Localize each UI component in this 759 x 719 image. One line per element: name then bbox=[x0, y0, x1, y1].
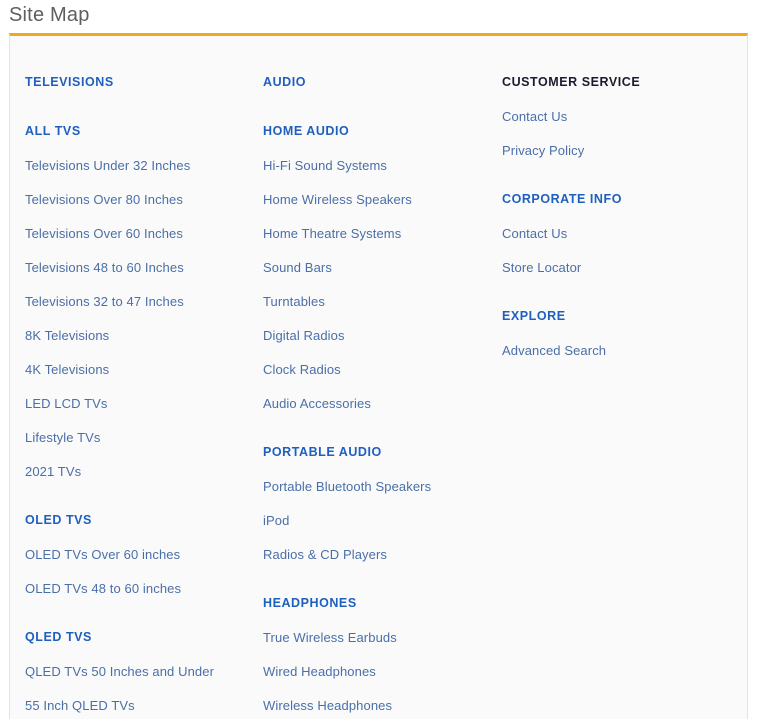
sitemap-link[interactable]: Radios & CD Players bbox=[263, 546, 387, 563]
sitemap-link[interactable]: Advanced Search bbox=[502, 342, 606, 359]
group-title: QLED TVS bbox=[25, 630, 92, 644]
sitemap-link[interactable]: Televisions 48 to 60 Inches bbox=[25, 259, 184, 276]
sitemap-link[interactable]: Store Locator bbox=[502, 259, 581, 276]
sitemap-link[interactable]: Wireless Headphones bbox=[263, 697, 392, 714]
sitemap-link[interactable]: Privacy Policy bbox=[502, 142, 584, 159]
group-title: ALL TVS bbox=[25, 124, 81, 138]
sitemap-link[interactable]: QLED TVs 50 Inches and Under bbox=[25, 663, 214, 680]
sitemap-link[interactable]: Home Theatre Systems bbox=[263, 225, 401, 242]
sitemap-link[interactable]: Home Wireless Speakers bbox=[263, 191, 412, 208]
section-title-televisions: TELEVISIONS bbox=[25, 75, 114, 89]
sitemap-link[interactable]: LED LCD TVs bbox=[25, 395, 108, 412]
sitemap-link[interactable]: Televisions Over 60 Inches bbox=[25, 225, 183, 242]
group-title: HEADPHONES bbox=[263, 596, 357, 610]
group-title: CORPORATE INFO bbox=[502, 192, 622, 206]
sitemap-link[interactable]: 4K Televisions bbox=[25, 361, 109, 378]
sitemap-link[interactable]: Audio Accessories bbox=[263, 395, 371, 412]
sitemap-link[interactable]: Turntables bbox=[263, 293, 325, 310]
sitemap-link[interactable]: Portable Bluetooth Speakers bbox=[263, 478, 431, 495]
sitemap-link[interactable]: Lifestyle TVs bbox=[25, 429, 100, 446]
sitemap-link[interactable]: Televisions 32 to 47 Inches bbox=[25, 293, 184, 310]
sitemap-link[interactable]: Wired Headphones bbox=[263, 663, 376, 680]
sitemap-link[interactable]: iPod bbox=[263, 512, 289, 529]
group-title: PORTABLE AUDIO bbox=[263, 445, 382, 459]
sitemap-link[interactable]: Televisions Under 32 Inches bbox=[25, 157, 190, 174]
group-title: OLED TVS bbox=[25, 513, 92, 527]
sitemap-link[interactable]: 55 Inch QLED TVs bbox=[25, 697, 135, 714]
section-title-audio: AUDIO bbox=[263, 75, 307, 89]
sitemap-link[interactable]: Contact Us bbox=[502, 108, 567, 125]
sitemap-columns: TELEVISIONS ALL TVS Televisions Under 32 I… bbox=[10, 36, 747, 719]
sitemap-link[interactable]: Hi-Fi Sound Systems bbox=[263, 157, 387, 174]
group-title: HOME AUDIO bbox=[263, 124, 350, 138]
sitemap-link[interactable]: OLED TVs Over 60 inches bbox=[25, 546, 180, 563]
sitemap-link[interactable]: True Wireless Earbuds bbox=[263, 629, 397, 646]
sitemap-link[interactable]: OLED TVs 48 to 60 inches bbox=[25, 580, 181, 597]
page-title: Site Map bbox=[9, 4, 90, 26]
sitemap-link[interactable]: Contact Us bbox=[502, 225, 567, 242]
sitemap-link[interactable]: Digital Radios bbox=[263, 327, 345, 344]
section-title-service: CUSTOMER SERVICE bbox=[502, 75, 641, 89]
sitemap-link[interactable]: 2021 TVs bbox=[25, 463, 81, 480]
sitemap-link[interactable]: Sound Bars bbox=[263, 259, 332, 276]
sitemap-link[interactable]: Televisions Over 80 Inches bbox=[25, 191, 183, 208]
group-title: EXPLORE bbox=[502, 309, 566, 323]
sitemap-panel: TELEVISIONS ALL TVS Televisions Under 32 I… bbox=[9, 33, 748, 719]
sitemap-link[interactable]: 8K Televisions bbox=[25, 327, 109, 344]
sitemap-link[interactable]: Clock Radios bbox=[263, 361, 341, 378]
